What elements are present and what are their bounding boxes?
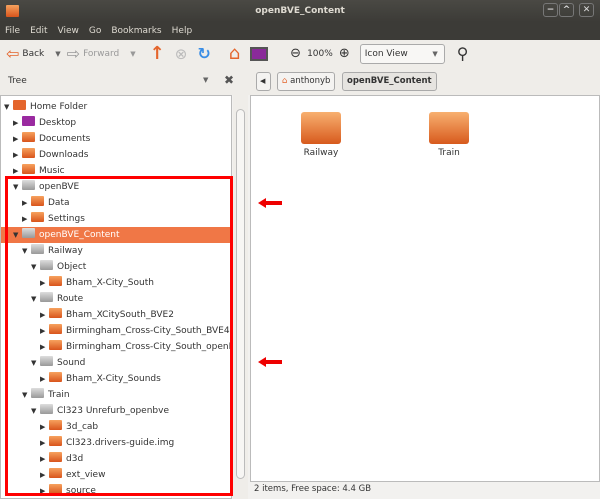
- menu-go[interactable]: Go: [84, 22, 106, 40]
- menu-edit[interactable]: Edit: [25, 22, 52, 40]
- forward-button[interactable]: ⇨ Forward ▼: [67, 44, 136, 63]
- home-icon[interactable]: ⌂: [229, 43, 240, 64]
- tree-item[interactable]: ▶ Documents: [1, 131, 231, 147]
- breadcrumb-home[interactable]: ⌂ anthonyb: [277, 72, 336, 91]
- sidebar-label: Tree: [8, 76, 27, 86]
- sidebar-chevron-down-icon[interactable]: ▼: [203, 76, 208, 84]
- expander-right-icon[interactable]: ▶: [13, 115, 22, 131]
- window-title: openBVE_Content: [255, 6, 345, 16]
- minimize-button[interactable]: −: [543, 3, 558, 17]
- reload-icon[interactable]: ↻: [197, 44, 210, 63]
- toolbar: ⇦ Back ▼ ⇨ Forward ▼ ↑ ⊗ ↻ ⌂ ⊖ 100% ⊕ Icon V…: [0, 40, 600, 67]
- location-bar: Tree ▼ ✖ ◀ ⌂ anthonyb openBVE_Content: [0, 67, 600, 95]
- zoom-in-icon[interactable]: ⊕: [339, 46, 350, 61]
- home-icon: ⌂: [282, 76, 288, 86]
- expander-right-icon[interactable]: ▶: [13, 131, 22, 147]
- tree-item-label: Desktop: [39, 118, 77, 128]
- breadcrumb-left-button[interactable]: ◀: [256, 72, 271, 91]
- chevron-down-icon: ▼: [432, 49, 438, 58]
- folder-icon: [301, 112, 341, 144]
- up-arrow-icon[interactable]: ↑: [150, 43, 165, 64]
- title-bar: openBVE_Content − ^ ✕: [0, 0, 600, 22]
- expander-down-icon[interactable]: ▼: [4, 99, 13, 115]
- red-arrow-icon: [258, 198, 282, 208]
- file-view: Railway Train: [250, 95, 600, 482]
- tree-item-label: Home Folder: [30, 102, 88, 112]
- home-folder-icon: [13, 100, 26, 110]
- stop-icon[interactable]: ⊗: [175, 45, 188, 63]
- status-bar: 2 items, Free space: 4.4 GB: [254, 484, 372, 494]
- music-folder-icon: [22, 164, 35, 174]
- menu-bookmarks[interactable]: Bookmarks: [106, 22, 166, 40]
- computer-icon[interactable]: [250, 46, 269, 61]
- folder-icon: [6, 5, 19, 17]
- tree-item-label: Music: [39, 166, 65, 176]
- maximize-button[interactable]: ^: [559, 3, 574, 17]
- menu-bar: File Edit View Go Bookmarks Help: [0, 22, 600, 40]
- forward-arrow-icon: ⇨: [66, 44, 81, 63]
- close-sidebar-icon[interactable]: ✖: [224, 73, 234, 87]
- tree-item[interactable]: ▶ Downloads: [1, 147, 231, 163]
- red-arrow-icon: [258, 357, 282, 367]
- tree-item-label: Documents: [39, 134, 91, 144]
- breadcrumb-current[interactable]: openBVE_Content: [342, 72, 437, 91]
- tree-item-label: Downloads: [39, 150, 89, 160]
- menu-help[interactable]: Help: [167, 22, 198, 40]
- close-button[interactable]: ✕: [579, 3, 594, 17]
- menu-view[interactable]: View: [53, 22, 84, 40]
- highlight-box: [5, 176, 233, 496]
- zoom-level: 100%: [307, 48, 333, 59]
- zoom-out-icon[interactable]: ⊖: [290, 46, 301, 61]
- downloads-folder-icon: [22, 148, 35, 158]
- chevron-down-icon[interactable]: ▼: [130, 50, 135, 58]
- tree-item[interactable]: ▼ Home Folder: [1, 99, 231, 115]
- tree-item[interactable]: ▶ Desktop: [1, 115, 231, 131]
- expander-right-icon[interactable]: ▶: [13, 147, 22, 163]
- desktop-folder-icon: [22, 116, 35, 126]
- search-icon[interactable]: ⚲: [457, 44, 469, 63]
- back-button[interactable]: ⇦ Back ▼: [6, 44, 61, 63]
- folder-icon: [429, 112, 469, 144]
- back-arrow-icon: ⇦: [6, 44, 20, 63]
- documents-folder-icon: [22, 132, 35, 142]
- chevron-down-icon[interactable]: ▼: [55, 50, 60, 58]
- tree-scrollbar[interactable]: [233, 95, 248, 499]
- scrollbar-thumb[interactable]: [236, 109, 245, 479]
- menu-file[interactable]: File: [0, 22, 25, 40]
- view-mode-select[interactable]: Icon View ▼: [359, 43, 445, 64]
